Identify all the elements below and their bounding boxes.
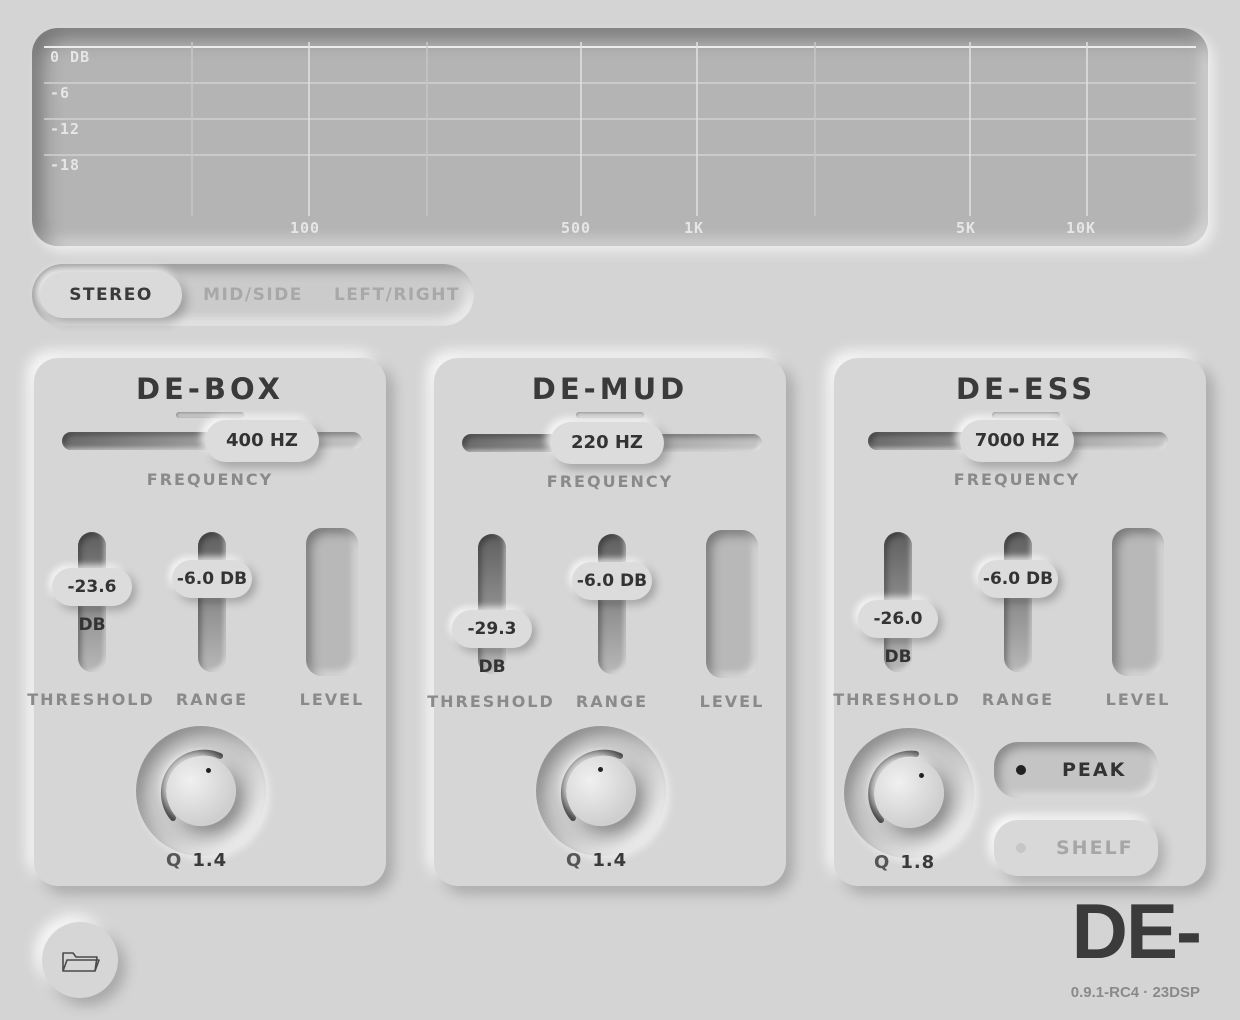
threshold-label: THRESHOLD xyxy=(833,690,961,709)
q-value: 1.8 xyxy=(900,852,936,873)
peak-mode-label: PEAK xyxy=(1062,759,1127,781)
peak-led-icon xyxy=(1016,765,1026,775)
frequency-label: FREQUENCY xyxy=(546,472,674,491)
db-label: -18 xyxy=(50,156,81,174)
hz-label: 10K xyxy=(1066,219,1097,237)
frequency-label: FREQUENCY xyxy=(146,470,274,489)
q-prefix: Q xyxy=(874,852,891,873)
level-label: LEVEL xyxy=(1105,690,1171,709)
knob-indicator xyxy=(598,767,603,772)
db-label: -12 xyxy=(50,120,81,138)
shelf-mode-button[interactable]: SHELF xyxy=(994,820,1158,876)
db-label: 0 DB xyxy=(50,48,91,66)
level-label: LEVEL xyxy=(699,692,765,711)
shelf-mode-label: SHELF xyxy=(1056,837,1134,859)
title-underline xyxy=(992,412,1060,418)
band-title: DE-BOX xyxy=(135,372,284,406)
frequency-slider-handle[interactable]: 220 HZ xyxy=(550,422,664,464)
range-slider-handle[interactable]: -6.0 DB xyxy=(172,560,252,598)
title-underline xyxy=(576,412,644,418)
product-logo: DE- xyxy=(1071,887,1202,975)
range-slider-track[interactable] xyxy=(198,532,226,672)
hz-label: 500 xyxy=(561,219,592,237)
range-slider-handle[interactable]: -6.0 DB xyxy=(572,562,652,600)
q-readout: Q 1.4 xyxy=(166,850,227,871)
band-panel-de-mud: DE-MUD 220 HZ FREQUENCY -29.3 DB THRESHO… xyxy=(427,358,786,886)
q-value: 1.4 xyxy=(592,850,628,871)
channel-mode-switch: STEREO MID/SIDE LEFT/RIGHT xyxy=(32,264,474,326)
q-prefix: Q xyxy=(566,850,583,871)
q-knob-well xyxy=(844,728,974,858)
title-underline xyxy=(176,412,244,418)
q-value: 1.4 xyxy=(192,850,228,871)
range-label: RANGE xyxy=(175,690,249,709)
range-slider-track[interactable] xyxy=(1004,532,1032,672)
level-label: LEVEL xyxy=(299,690,365,709)
level-meter xyxy=(1112,528,1164,676)
version-label: 0.9.1-RC4 · 23DSP xyxy=(1070,984,1200,1001)
knob-indicator xyxy=(919,773,924,778)
q-readout: Q 1.8 xyxy=(874,852,935,873)
q-knob[interactable] xyxy=(874,758,944,828)
band-panel-de-ess: DE-ESS 7000 HZ FREQUENCY -26.0 DB THRESH… xyxy=(833,358,1206,886)
band-panel-de-box: DE-BOX 400 HZ FREQUENCY -23.6 DB THRESHO… xyxy=(27,358,386,886)
hz-label: 5K xyxy=(956,219,977,237)
peak-mode-button[interactable]: PEAK xyxy=(994,742,1158,798)
band-title: DE-ESS xyxy=(955,372,1097,406)
q-knob[interactable] xyxy=(566,756,636,826)
folder-icon xyxy=(62,952,100,972)
spectrum-display: 0 DB -6 -12 -18 100 500 1K 5K 10K xyxy=(32,28,1208,246)
threshold-slider-handle[interactable]: -26.0 DB xyxy=(858,600,938,667)
q-knob-well xyxy=(136,726,266,856)
threshold-slider-handle[interactable]: -23.6 DB xyxy=(52,568,132,635)
frequency-slider-handle[interactable]: 400 HZ xyxy=(205,420,319,462)
spectrum-grid xyxy=(44,42,1196,216)
q-knob-well xyxy=(536,726,666,856)
level-meter xyxy=(706,530,758,678)
frequency-slider-handle[interactable]: 7000 HZ xyxy=(960,420,1074,462)
threshold-slider-handle[interactable]: -29.3 DB xyxy=(452,610,532,677)
band-title: DE-MUD xyxy=(531,372,689,406)
mode-option-stereo[interactable]: STEREO xyxy=(40,272,182,318)
open-preset-button[interactable] xyxy=(42,922,118,998)
range-slider-track[interactable] xyxy=(598,534,626,674)
threshold-label: THRESHOLD xyxy=(427,692,555,711)
mode-option-mid-side[interactable]: MID/SIDE xyxy=(192,272,314,318)
knob-indicator xyxy=(206,768,211,773)
q-knob[interactable] xyxy=(166,756,236,826)
q-readout: Q 1.4 xyxy=(566,850,627,871)
level-meter xyxy=(306,528,358,676)
q-prefix: Q xyxy=(166,850,183,871)
range-label: RANGE xyxy=(981,690,1055,709)
threshold-label: THRESHOLD xyxy=(27,690,155,709)
shelf-led-icon xyxy=(1016,843,1026,853)
hz-label: 100 xyxy=(290,219,321,237)
range-slider-handle[interactable]: -6.0 DB xyxy=(978,560,1058,598)
db-label: -6 xyxy=(50,84,71,102)
hz-label: 1K xyxy=(684,219,705,237)
range-label: RANGE xyxy=(575,692,649,711)
frequency-label: FREQUENCY xyxy=(953,470,1081,489)
mode-option-left-right[interactable]: LEFT/RIGHT xyxy=(324,272,470,318)
